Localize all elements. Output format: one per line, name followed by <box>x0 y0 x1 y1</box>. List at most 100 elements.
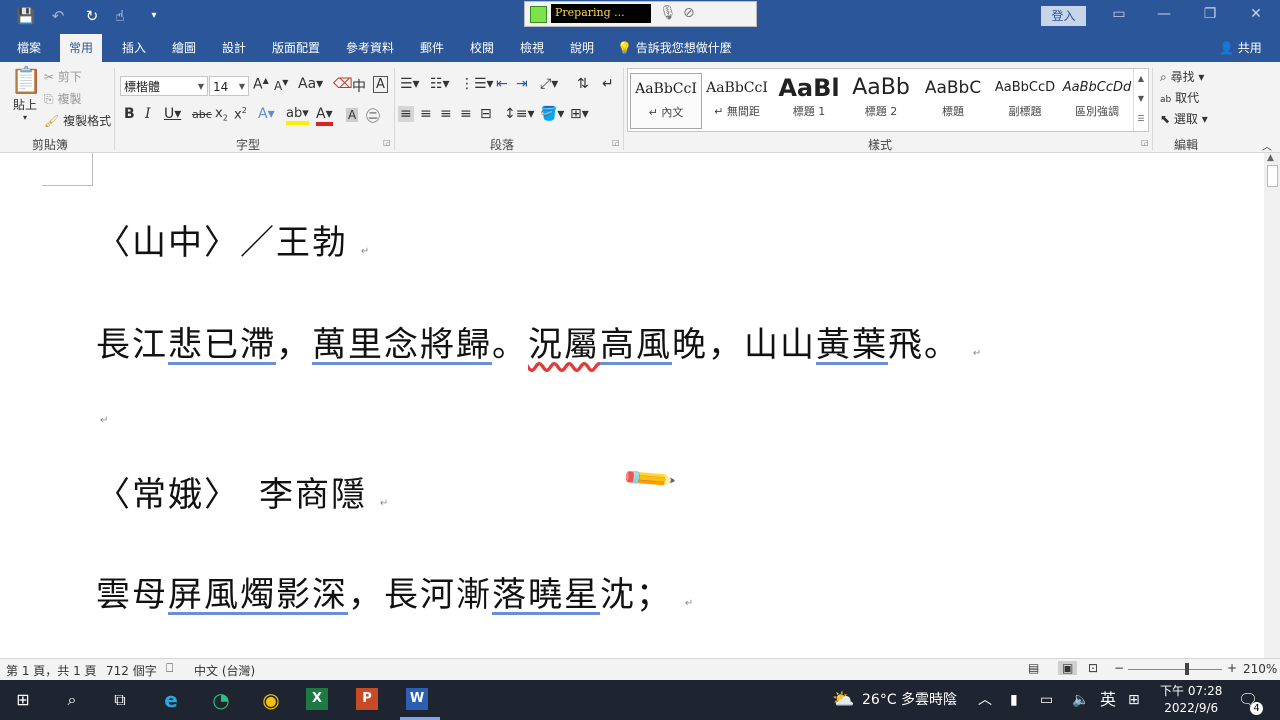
save-icon[interactable]: 💾 <box>16 6 36 26</box>
record-indicator[interactable] <box>530 6 547 23</box>
proofing-icon[interactable]: ⎕ <box>166 661 173 676</box>
zoom-out-button[interactable]: − <box>1114 661 1124 675</box>
borders-icon[interactable]: ⊞▾ <box>570 106 589 122</box>
collapse-ribbon-icon[interactable]: ︿ <box>1262 138 1272 153</box>
distributed-icon[interactable]: ⊟ <box>480 106 492 122</box>
tab-insert[interactable]: 插入 <box>113 34 155 62</box>
bold-button[interactable]: B <box>124 106 135 122</box>
sign-in-button[interactable]: 登入 <box>1041 6 1086 26</box>
find-button[interactable]: ⌕ 尋找 ▾ <box>1160 68 1204 85</box>
language-indicator[interactable]: 中文 (台灣) <box>194 662 255 679</box>
tab-view[interactable]: 檢視 <box>511 34 553 62</box>
volume-icon[interactable]: 🔈 <box>1072 680 1089 720</box>
justify-icon[interactable]: ≡ <box>460 106 472 122</box>
paragraph-dialog-launcher-icon[interactable]: ◲ <box>612 138 620 147</box>
weather-cloud-icon[interactable]: ⛅ <box>832 680 854 720</box>
word-count[interactable]: 712 個字 <box>106 662 157 679</box>
internet-explorer-icon[interactable]: e <box>156 686 186 714</box>
usb-icon[interactable]: ▮ <box>1010 680 1018 720</box>
copy-button[interactable]: ⎘ 複製 <box>44 90 81 107</box>
align-left-icon[interactable]: ≡ <box>398 106 414 122</box>
zoom-slider-thumb[interactable] <box>1185 663 1189 675</box>
zoom-level[interactable]: 210% <box>1243 662 1277 676</box>
style-heading-2[interactable]: AaBb 標題 2 <box>846 73 916 127</box>
excel-icon[interactable]: X <box>306 688 328 710</box>
ime-keyboard-icon[interactable]: ⊞ <box>1128 680 1140 720</box>
italic-button[interactable]: I <box>145 106 151 122</box>
line-spacing-icon[interactable]: ↕≡▾ <box>504 106 535 122</box>
tab-design[interactable]: 設計 <box>213 34 255 62</box>
read-mode-icon[interactable]: ▤ <box>1028 661 1039 675</box>
underline-button[interactable]: U▾ <box>164 106 181 122</box>
clock[interactable]: 下午 07:28 2022/9/6 <box>1160 683 1222 717</box>
tab-home[interactable]: 常用 <box>60 34 103 62</box>
close-button[interactable]: ✕ <box>1241 6 1271 22</box>
poem-title-2[interactable]: 〈常娥〉 李商隱 ↵ <box>96 467 390 516</box>
tab-draw[interactable]: 繪圖 <box>163 34 205 62</box>
print-layout-icon[interactable]: ▣ <box>1058 661 1078 675</box>
font-color-icon[interactable]: A▾ <box>316 106 333 126</box>
shrink-font-button[interactable]: A▼ <box>274 78 288 93</box>
style-subtitle[interactable]: AaBbCcD 副標題 <box>990 73 1060 127</box>
redo-icon[interactable]: ↻ <box>82 6 102 26</box>
clear-formatting-icon[interactable]: ⌫ <box>333 76 353 92</box>
undo-icon[interactable]: ↶ <box>48 6 68 26</box>
cut-button[interactable]: ✂ 剪下 <box>44 68 82 85</box>
style-subtle-emphasis[interactable]: AaBbCcDd 區別強調 <box>1062 73 1132 127</box>
vertical-scrollbar[interactable]: ▲ <box>1264 153 1280 658</box>
align-center-icon[interactable]: ≡ <box>420 106 432 122</box>
weather-text[interactable]: 26°C 多雲時陰 <box>862 680 957 720</box>
multilevel-list-icon[interactable]: ⋮☰▾ <box>460 76 494 92</box>
change-case-button[interactable]: Aa▾ <box>298 76 323 92</box>
chevron-up-icon[interactable]: ︿ <box>978 680 992 720</box>
network-icon[interactable]: ▭ <box>1040 680 1053 720</box>
share-button[interactable]: 👤 共用 <box>1210 34 1271 62</box>
ime-mode[interactable]: 英 <box>1100 680 1116 720</box>
shading-icon[interactable]: 🪣▾ <box>540 106 564 122</box>
customize-qat-icon[interactable]: ▾ <box>144 6 164 26</box>
zoom-in-button[interactable]: + <box>1227 661 1237 675</box>
web-layout-icon[interactable]: ⊡ <box>1088 661 1098 675</box>
chrome-icon[interactable]: ◉ <box>256 686 286 714</box>
edge-icon[interactable]: ◔ <box>206 686 236 714</box>
grow-font-button[interactable]: A▲ <box>253 76 269 93</box>
font-size-combo[interactable]: 14 ▼ <box>209 76 249 96</box>
increase-indent-icon[interactable]: ⇥ <box>516 76 528 92</box>
bullets-icon[interactable]: ☰▾ <box>400 76 420 92</box>
strikethrough-button[interactable]: abc <box>192 108 212 121</box>
task-view-icon[interactable]: ⧉ <box>105 686 135 714</box>
powerpoint-icon[interactable]: P <box>356 688 378 710</box>
style-normal[interactable]: AaBbCcI ↵ 內文 <box>630 73 702 129</box>
phonetic-guide-icon[interactable]: 中 <box>352 76 366 96</box>
page-count[interactable]: 第 1 頁，共 1 頁 <box>6 662 97 679</box>
minimize-button[interactable]: — <box>1149 6 1179 22</box>
character-border-icon[interactable]: A <box>373 76 388 93</box>
touch-mode-icon[interactable]: ☝ <box>110 6 130 26</box>
tab-review[interactable]: 校閱 <box>461 34 503 62</box>
scrollbar-thumb[interactable] <box>1267 165 1278 187</box>
sort-icon[interactable]: ⇅ <box>577 76 589 92</box>
align-right-icon[interactable]: ≡ <box>440 106 452 122</box>
tab-mailings[interactable]: 郵件 <box>411 34 453 62</box>
decrease-indent-icon[interactable]: ⇤ <box>496 76 508 92</box>
windows-start-icon[interactable]: ⊞ <box>8 686 38 714</box>
maximize-button[interactable]: ❐ <box>1195 6 1225 22</box>
poem-line-2[interactable]: 雲母屏風燭影深，長河漸落曉星沈； ↵ <box>96 567 695 616</box>
highlight-color-icon[interactable]: ab▾ <box>286 106 309 125</box>
tell-me-box[interactable]: 💡 告訴我您想做什麼 <box>608 34 741 62</box>
document-canvas[interactable]: 〈山中〉／王勃 ↵ 長江悲已滯，萬里念將歸。況屬高風晚，山山黃葉飛。 ↵ ↵ 〈… <box>0 153 1264 658</box>
enclose-characters-icon[interactable]: ㊁ <box>366 106 380 126</box>
character-shading-icon[interactable]: A <box>346 108 359 122</box>
ribbon-display-options-icon[interactable]: ▭ <box>1104 6 1134 22</box>
tab-file[interactable]: 檔案 <box>8 34 50 62</box>
tab-references[interactable]: 參考資料 <box>337 34 403 62</box>
tab-layout[interactable]: 版面配置 <box>263 34 329 62</box>
tab-help[interactable]: 說明 <box>561 34 603 62</box>
camera-off-icon[interactable]: ⊘ <box>683 5 695 21</box>
show-marks-icon[interactable]: ↵ <box>602 76 614 92</box>
microphone-icon[interactable]: 🎙 <box>659 5 677 21</box>
poem-title-1[interactable]: 〈山中〉／王勃 ↵ <box>96 215 371 264</box>
search-icon[interactable]: ⌕ <box>57 686 87 714</box>
numbering-icon[interactable]: ☷▾ <box>430 76 450 92</box>
font-dialog-launcher-icon[interactable]: ◲ <box>383 138 391 147</box>
